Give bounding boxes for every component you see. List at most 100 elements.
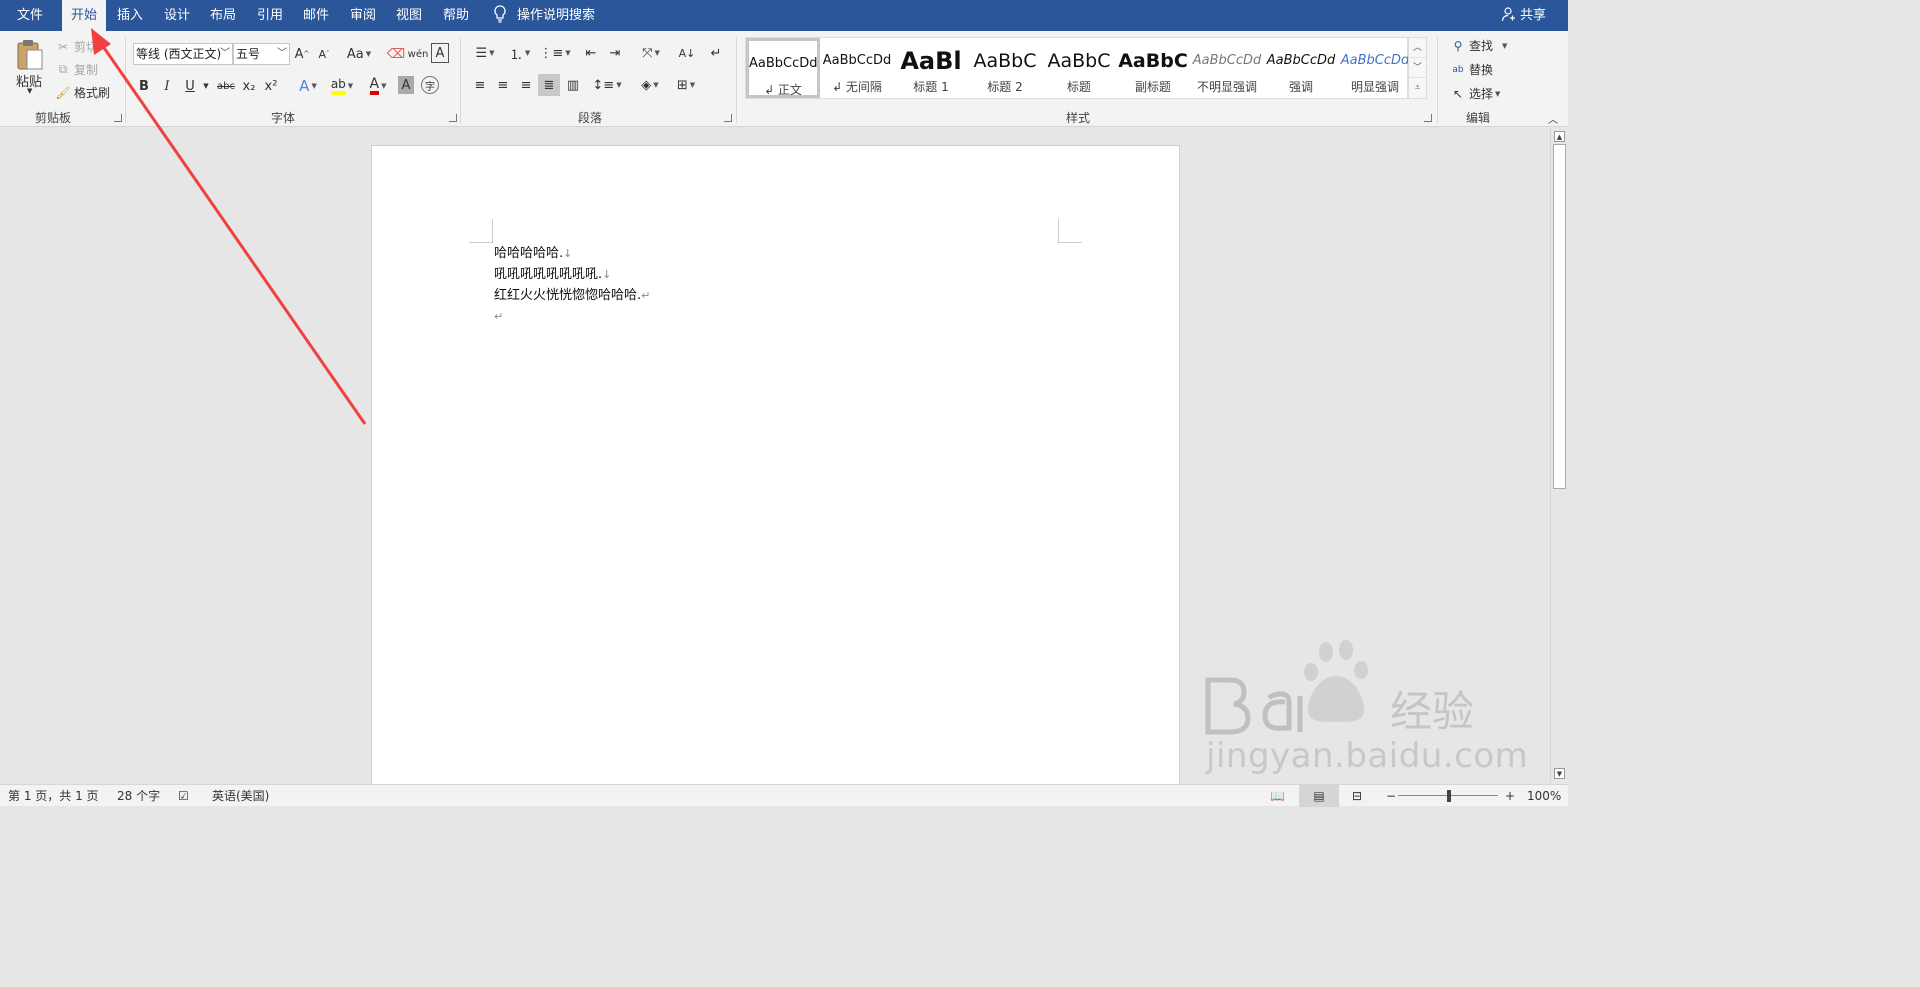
paste-dropdown[interactable]: ▼ [27, 87, 32, 95]
strikethrough-button[interactable]: abc [215, 76, 237, 96]
font-launcher-icon[interactable] [449, 114, 457, 122]
chevron-down-icon[interactable]: ﹀ [1409, 58, 1426, 78]
grow-font-icon[interactable]: A ^ [294, 44, 310, 64]
more-styles-icon[interactable]: ⩡ [1409, 78, 1426, 98]
tab-file[interactable]: 文件 [8, 0, 52, 31]
proofing-icon[interactable]: ☑ [178, 785, 189, 807]
shrink-font-icon[interactable]: Aˇ [316, 44, 332, 64]
style-normal[interactable]: AaBbCcDd ↲ 正文 [746, 38, 820, 98]
group-divider [1437, 37, 1438, 123]
clear-formatting-icon[interactable]: ⌫ [386, 43, 406, 65]
zoom-slider-thumb[interactable] [1447, 790, 1451, 802]
paragraph-launcher-icon[interactable] [724, 114, 732, 122]
line-break-mark: ↓ [602, 268, 612, 281]
scroll-down-icon[interactable]: ▼ [1554, 768, 1565, 779]
editing-group-label: 编辑 [1465, 111, 1490, 125]
scrollbar-thumb[interactable] [1553, 144, 1566, 489]
superscript-button[interactable]: x² [262, 76, 280, 96]
chevron-down-icon: ﹀ [220, 48, 230, 59]
chinese-layout-icon[interactable]: ⤧ ▼ [636, 43, 666, 63]
language-indicator[interactable]: 英语(美国) [212, 785, 269, 807]
collapse-ribbon-icon[interactable]: ︿ [1546, 111, 1560, 126]
chevron-up-icon[interactable]: ︿ [1409, 38, 1426, 58]
tab-home[interactable]: 开始 [62, 0, 106, 31]
print-layout-icon[interactable]: ▤ [1299, 785, 1339, 807]
bullets-icon[interactable]: ☰ ▼ [470, 43, 500, 63]
increase-indent-icon[interactable]: ⇥ [605, 43, 625, 63]
distributed-icon[interactable]: ▥ [563, 75, 583, 95]
underline-dropdown[interactable]: ▼ [201, 76, 211, 96]
tell-me-search[interactable]: 操作说明搜索 [493, 0, 595, 31]
align-right-icon[interactable]: ≡ [516, 75, 536, 95]
justify-icon[interactable]: ≣ [538, 74, 560, 96]
styles-launcher-icon[interactable] [1424, 114, 1432, 122]
change-case-button[interactable]: Aa ▼ [344, 44, 374, 64]
show-marks-icon[interactable]: ↵ [706, 43, 726, 63]
font-color-icon[interactable]: A ▼ [362, 76, 394, 96]
bold-button[interactable]: B [136, 76, 152, 96]
ribbon-tab-bar: 文件 开始 插入 设计 布局 引用 邮件 审阅 视图 帮助 操作说明搜索 共享 [0, 0, 1568, 31]
tab-insert[interactable]: 插入 [108, 0, 152, 31]
style-intense-emphasis[interactable]: AaBbCcDd 明显强调 [1338, 38, 1412, 98]
style-subtitle[interactable]: AaBbC 副标题 [1116, 38, 1190, 98]
page-count[interactable]: 第 1 页，共 1 页 [8, 785, 99, 807]
underline-button[interactable]: U [182, 76, 198, 96]
tab-view[interactable]: 视图 [387, 0, 431, 31]
style-emphasis[interactable]: AaBbCcDd 强调 [1264, 38, 1338, 98]
multilevel-list-icon[interactable]: ⋮≡ ▼ [539, 43, 570, 63]
subscript-button[interactable]: x₂ [240, 76, 258, 96]
web-layout-icon[interactable]: ⊟ [1352, 785, 1362, 807]
zoom-in-icon[interactable]: + [1505, 785, 1515, 807]
clipboard-launcher-icon[interactable] [114, 114, 122, 122]
tab-review[interactable]: 审阅 [341, 0, 385, 31]
line-text: 哈哈哈哈哈. [494, 246, 564, 261]
highlight-color-icon[interactable]: ab ▼ [326, 76, 358, 96]
find-button[interactable]: ⚲ 查找 ▼ [1450, 37, 1508, 54]
character-border-icon[interactable]: A [431, 43, 449, 63]
select-button[interactable]: ↖ 选择 ▼ [1450, 85, 1500, 102]
replace-button[interactable]: ab 替换 [1450, 61, 1493, 78]
character-shading-icon[interactable]: A [398, 76, 414, 94]
styles-group-label: 样式 [1065, 111, 1090, 125]
align-center-icon[interactable]: ≡ [493, 75, 513, 95]
borders-icon[interactable]: ⊞ ▼ [670, 75, 702, 95]
tab-design[interactable]: 设计 [155, 0, 199, 31]
style-name: 强调 [1288, 80, 1313, 94]
zoom-out-icon[interactable]: − [1386, 785, 1396, 807]
style-subtle-emphasis[interactable]: AaBbCcDd 不明显强调 [1190, 38, 1264, 98]
tab-references[interactable]: 引用 [248, 0, 292, 31]
shading-icon[interactable]: ◈ ▼ [634, 75, 666, 95]
read-mode-icon[interactable]: 📖 [1270, 785, 1285, 807]
copy-icon: ⧉ [58, 62, 68, 76]
text-effects-icon[interactable]: A ▼ [294, 76, 322, 96]
font-name-combo[interactable]: 等线 (西文正文) ﹀ [133, 43, 233, 65]
style-title[interactable]: AaBbC 标题 [1042, 38, 1116, 98]
share-button[interactable]: 共享 [1501, 0, 1546, 31]
tab-mailings[interactable]: 邮件 [294, 0, 338, 31]
scroll-up-icon[interactable]: ▲ [1554, 131, 1565, 142]
font-size-combo[interactable]: 五号 ﹀ [233, 43, 290, 65]
style-heading-1[interactable]: AaBl 标题 1 [894, 38, 968, 98]
italic-button[interactable]: I [159, 76, 175, 96]
document-page[interactable]: 哈哈哈哈哈.↓ 吼吼吼吼吼吼吼吼.↓ 红红火火恍恍惚惚哈哈哈.↵ ↵ [371, 145, 1180, 795]
sort-icon[interactable]: A↓ [677, 43, 697, 63]
paste-icon[interactable] [14, 37, 46, 73]
document-body[interactable]: 哈哈哈哈哈.↓ 吼吼吼吼吼吼吼吼.↓ 红红火火恍恍惚惚哈哈哈.↵ ↵ [494, 243, 650, 327]
style-no-spacing[interactable]: AaBbCcDd ↲ 无间隔 [820, 38, 894, 98]
phonetic-guide-icon[interactable]: wén [408, 43, 429, 65]
align-left-icon[interactable]: ≡ [470, 75, 490, 95]
zoom-level[interactable]: 100% [1527, 785, 1561, 807]
tab-layout[interactable]: 布局 [201, 0, 245, 31]
numbering-icon[interactable]: ⒈ ▼ [505, 43, 535, 63]
tab-help[interactable]: 帮助 [434, 0, 478, 31]
word-count[interactable]: 28 个字 [117, 785, 160, 807]
line-spacing-icon[interactable]: ↕≡ ▼ [592, 75, 622, 95]
style-heading-2[interactable]: AaBbC 标题 2 [968, 38, 1042, 98]
paragraph-group-label: 段落 [577, 111, 602, 125]
cut-button[interactable]: ✂ 剪切 [55, 38, 98, 55]
vertical-scrollbar[interactable]: ▲ ▼ [1550, 128, 1568, 783]
decrease-indent-icon[interactable]: ⇤ [581, 43, 601, 63]
format-painter-button[interactable]: 🖌 格式刷 [55, 84, 110, 101]
copy-button[interactable]: ⧉ 复制 [55, 61, 98, 78]
enclose-character-icon[interactable]: 字 [421, 76, 439, 94]
